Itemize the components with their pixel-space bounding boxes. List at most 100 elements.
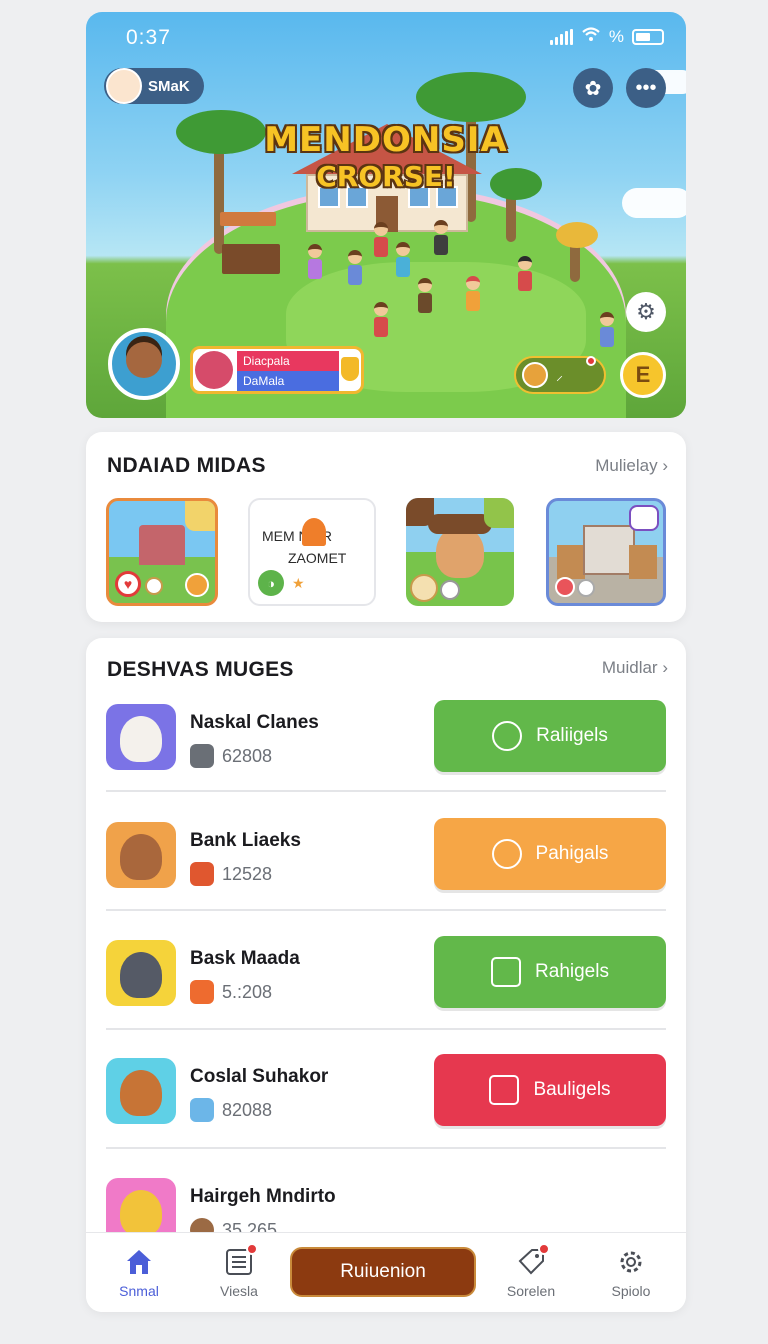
status-icons: % [549, 26, 664, 47]
character [348, 250, 362, 285]
character [418, 278, 432, 313]
list-icon [224, 1243, 258, 1277]
player-panel[interactable]: Diacpala DaMala [190, 346, 364, 394]
tower-illustration [557, 545, 585, 579]
character [600, 312, 614, 347]
divider [106, 909, 666, 911]
item-action-button[interactable]: Pahigals [434, 818, 666, 890]
house-illustration [139, 525, 185, 565]
featured-tile[interactable]: MEM NIBR ZAOMET ◑ ★ [248, 498, 376, 606]
character [518, 256, 532, 291]
list-item[interactable]: Naskal Clanes 62808 Raliigels [106, 700, 666, 822]
character [374, 222, 388, 257]
item-name: Hairgeh Mndirto [190, 1186, 336, 1207]
list-item[interactable]: Bask Maada 5.:208 Rahigels [106, 936, 666, 1058]
divider [106, 1028, 666, 1030]
player-avatar-small [195, 351, 233, 389]
status-bar: 0:37 % [86, 12, 686, 58]
status-time: 0:37 [126, 26, 171, 49]
item-avatar [106, 940, 176, 1006]
gem-icon [190, 862, 214, 886]
character [308, 244, 322, 279]
corner-badge [406, 498, 434, 526]
hat-illustration [428, 514, 492, 534]
nav-settings[interactable]: Spiolo [586, 1247, 676, 1299]
item-action-button[interactable]: Raliigels [434, 700, 666, 772]
item-name: Coslal Suhakor [190, 1066, 329, 1087]
nav-main-action-button[interactable]: Ruiuenion [290, 1247, 476, 1297]
shield-icon [341, 357, 359, 381]
nav-news[interactable]: Viesla [194, 1243, 284, 1299]
hero-subtitle: CRORSE! [316, 160, 456, 193]
coin-icon [522, 362, 548, 388]
user-name: SMaK [148, 77, 190, 95]
item-icon [577, 579, 595, 597]
hero-title: MENDONSIA [264, 120, 508, 160]
divider [106, 1147, 666, 1149]
featured-see-more-link[interactable]: Mulielay › [595, 456, 668, 476]
signal-icon [549, 28, 573, 45]
list-see-more-link[interactable]: Muidlar › [602, 658, 668, 678]
notification-dot [538, 1243, 550, 1255]
item-avatar [106, 704, 176, 770]
coin-icon [145, 577, 163, 595]
player-line-1: Diacpala [237, 351, 339, 371]
more-options-button[interactable]: ••• [626, 68, 666, 108]
featured-tile[interactable] [406, 498, 514, 606]
featured-tile[interactable]: ♥ [106, 498, 218, 606]
item-name: Naskal Clanes [190, 712, 319, 733]
gear-icon [616, 1247, 646, 1277]
list-title: DESHVAS MUGES [107, 658, 294, 681]
check-icon: ◑ [258, 570, 284, 596]
chat-bubble-icon [629, 505, 659, 531]
pavilion [220, 212, 276, 226]
nav-home[interactable]: Snmal [94, 1247, 184, 1299]
resource-counter[interactable]: ⸝ [514, 356, 606, 394]
character [374, 302, 388, 337]
notification-dot [586, 356, 596, 366]
gear-icon: ⚙ [636, 299, 656, 324]
tool-icon [410, 574, 438, 602]
document-icon [491, 957, 522, 987]
settings-badge-button[interactable]: ✿ [573, 68, 613, 108]
character [396, 242, 410, 277]
hero-settings-button[interactable]: ⚙ [626, 292, 666, 332]
item-avatar [106, 1058, 176, 1124]
avatar [106, 68, 142, 104]
list-item[interactable]: Bank Liaeks 12528 Pahigals [106, 818, 666, 940]
list-section: DESHVAS MUGES Muidlar › Naskal Clanes 62… [86, 638, 686, 1312]
corner-badge [185, 501, 215, 531]
wifi-icon [581, 26, 601, 47]
chat-icon [492, 721, 523, 751]
item-meta: 12528 [190, 862, 272, 886]
item-action-button[interactable]: Rahigels [434, 936, 666, 1008]
bench [222, 244, 280, 274]
ticket-icon [190, 1098, 214, 1122]
folder-icon [489, 1075, 520, 1105]
gem-icon [190, 980, 214, 1004]
notification-dot [246, 1243, 258, 1255]
player-avatar[interactable] [108, 328, 180, 400]
gear-icon: ✿ [584, 77, 602, 100]
hero-banner[interactable]: 0:37 % MENDONSIA CRORSE! SMaK ✿ ••• ⚙ Di… [86, 12, 686, 418]
heart-icon: ♥ [115, 571, 141, 597]
featured-tile[interactable] [546, 498, 666, 606]
list-item[interactable]: Coslal Suhakor 82088 Bauligels [106, 1054, 666, 1176]
item-action-button[interactable]: Bauligels [434, 1054, 666, 1126]
orange-badge-icon [185, 573, 209, 597]
home-icon [124, 1247, 154, 1277]
gold-shop-button[interactable]: E [620, 352, 666, 398]
more-icon: ••• [635, 76, 657, 99]
item-avatar [106, 822, 176, 888]
bottom-navigation: Snmal Viesla Ruiuenion Sorelen Spiolo [86, 1232, 686, 1312]
tower-illustration [629, 545, 657, 579]
item-meta: 62808 [190, 744, 272, 768]
featured-title: NDAIAD MIDAS [107, 454, 266, 477]
gold-icon: E [635, 362, 651, 387]
divider [106, 790, 666, 792]
nav-tags[interactable]: Sorelen [486, 1243, 576, 1299]
leaf-icon [302, 518, 326, 546]
character [466, 276, 480, 311]
user-profile-chip[interactable]: SMaK [104, 68, 204, 104]
red-badge-icon [555, 577, 575, 597]
